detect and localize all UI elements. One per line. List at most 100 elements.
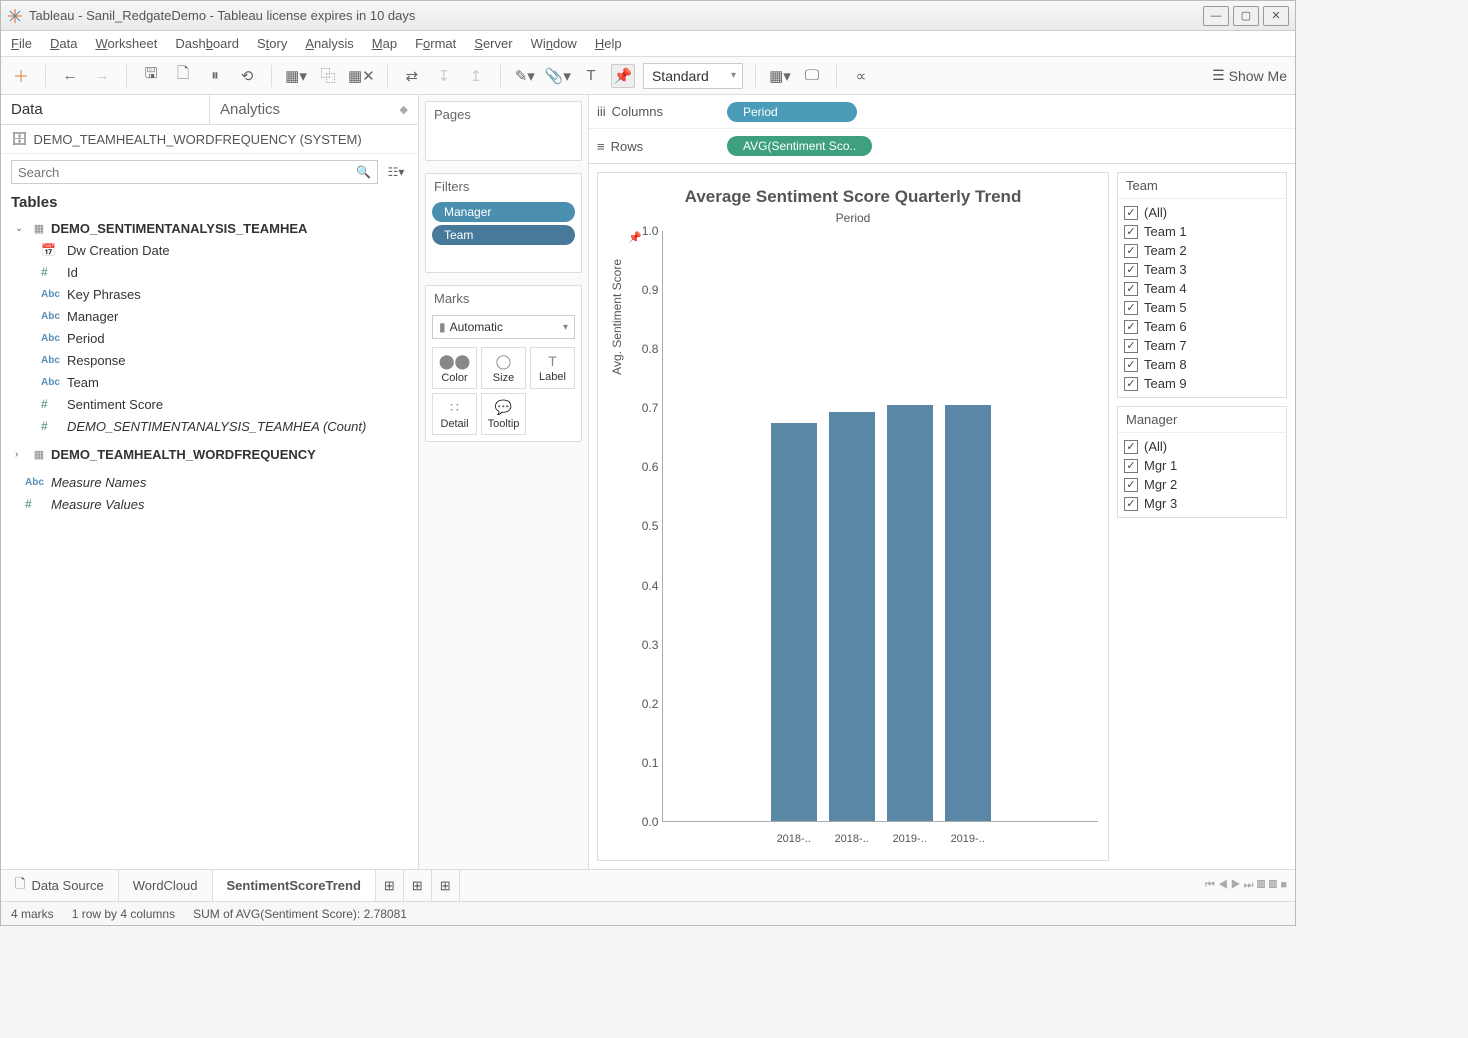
presentation-button[interactable]: 🖵 <box>800 64 824 88</box>
menu-server[interactable]: Server <box>474 36 512 51</box>
mark-size-button[interactable]: ◯Size <box>481 347 526 389</box>
field-team[interactable]: AbcTeam <box>11 371 412 393</box>
menu-format[interactable]: Format <box>415 36 456 51</box>
mark-tooltip-button[interactable]: 💬Tooltip <box>481 393 526 435</box>
mark-label-button[interactable]: TLabel <box>530 347 575 389</box>
team-filter-card[interactable]: Team ✓(All)✓Team 1✓Team 2✓Team 3✓Team 4✓… <box>1117 172 1287 398</box>
menu-window[interactable]: Window <box>531 36 577 51</box>
new-worksheet-tab[interactable]: ⊞ <box>376 870 404 901</box>
cards-button[interactable]: ▦▾ <box>768 64 792 88</box>
pages-card[interactable]: Pages <box>425 101 582 161</box>
rows-shelf[interactable]: ≡Rows AVG(Sentiment Sco.. <box>589 129 1295 163</box>
team-filter-option[interactable]: ✓Team 5 <box>1124 298 1280 317</box>
field-response[interactable]: AbcResponse <box>11 349 412 371</box>
pin-button[interactable]: 📌 <box>611 64 635 88</box>
showme-button[interactable]: ☰ Show Me <box>1212 67 1287 84</box>
team-filter-option[interactable]: ✓Team 3 <box>1124 260 1280 279</box>
text-button[interactable]: T <box>579 64 603 88</box>
sort-asc-button[interactable]: ↧ <box>432 64 456 88</box>
save-button[interactable]: 🖫 <box>139 64 163 88</box>
new-datasource-button[interactable]: 🗋 <box>171 64 195 88</box>
chart-area[interactable]: Average Sentiment Score Quarterly Trend … <box>597 172 1109 861</box>
tab-nav[interactable]: ⏮ ◀ ▶ ⏭ ▦ ▦ ■ <box>1197 870 1295 901</box>
field-key-phrases[interactable]: AbcKey Phrases <box>11 283 412 305</box>
forward-button[interactable]: → <box>90 64 114 88</box>
filter-pill-manager[interactable]: Manager <box>432 202 575 222</box>
filter-pill-team[interactable]: Team <box>432 225 575 245</box>
search-input[interactable]: 🔍 <box>11 160 378 184</box>
field-id[interactable]: #Id <box>11 261 412 283</box>
menu-worksheet[interactable]: Worksheet <box>95 36 157 51</box>
field-sentiment-score[interactable]: #Sentiment Score <box>11 393 412 415</box>
team-filter-option[interactable]: ✓Team 6 <box>1124 317 1280 336</box>
mark-detail-button[interactable]: ∷Detail <box>432 393 477 435</box>
field-dw-creation-date[interactable]: 📅Dw Creation Date <box>11 239 412 261</box>
group-button[interactable]: 📎▾ <box>545 64 571 88</box>
bar[interactable] <box>887 405 933 821</box>
new-story-tab[interactable]: ⊞ <box>432 870 460 901</box>
plot-region[interactable]: 2018-..2018-..2019-..2019-.. <box>662 231 1098 822</box>
close-button[interactable]: ✕ <box>1263 6 1289 26</box>
chart-title[interactable]: Average Sentiment Score Quarterly Trend <box>608 183 1098 207</box>
team-filter-option[interactable]: ✓(All) <box>1124 203 1280 222</box>
maximize-button[interactable]: ▢ <box>1233 6 1259 26</box>
menu-file[interactable]: File <box>11 36 32 51</box>
tab-data-source[interactable]: 🗋Data Source <box>1 870 119 901</box>
team-filter-option[interactable]: ✓Team 7 <box>1124 336 1280 355</box>
team-filter-option[interactable]: ✓Team 9 <box>1124 374 1280 393</box>
manager-filter-option[interactable]: ✓Mgr 3 <box>1124 494 1280 513</box>
columns-pill-period[interactable]: Period <box>727 102 857 122</box>
menu-help[interactable]: Help <box>595 36 622 51</box>
pause-button[interactable]: ⏸ <box>203 64 227 88</box>
team-filter-option[interactable]: ✓Team 8 <box>1124 355 1280 374</box>
columns-shelf[interactable]: iiiColumns Period <box>589 95 1295 129</box>
menu-dashboard[interactable]: Dashboard <box>175 36 239 51</box>
tab-data[interactable]: Data <box>1 95 209 124</box>
filters-card[interactable]: Filters Manager Team <box>425 173 582 273</box>
manager-filter-option[interactable]: ✓Mgr 2 <box>1124 475 1280 494</box>
marks-card[interactable]: Marks ▮ Automatic ⬤⬤Color ◯Size TLabel ∷… <box>425 285 582 442</box>
menu-analysis[interactable]: Analysis <box>305 36 353 51</box>
swap-button[interactable]: ⇄ <box>400 64 424 88</box>
pin-icon[interactable]: 📌 <box>628 231 642 246</box>
field-period[interactable]: AbcPeriod <box>11 327 412 349</box>
table-node-sentiment[interactable]: ⌄▦DEMO_SENTIMENTANALYSIS_TEAMHEA <box>11 217 412 239</box>
fit-select[interactable]: Standard <box>643 63 743 89</box>
tab-sentimentscoretrend[interactable]: SentimentScoreTrend <box>213 870 376 901</box>
menu-data[interactable]: Data <box>50 36 77 51</box>
refresh-button[interactable]: ⟲ <box>235 64 259 88</box>
minimize-button[interactable]: — <box>1203 6 1229 26</box>
new-worksheet-button[interactable]: ▦▾ <box>284 64 308 88</box>
manager-filter-option[interactable]: ✓(All) <box>1124 437 1280 456</box>
mark-color-button[interactable]: ⬤⬤Color <box>432 347 477 389</box>
connection-row[interactable]: 🗄 DEMO_TEAMHEALTH_WORDFREQUENCY (SYSTEM) <box>1 125 418 154</box>
back-button[interactable]: ← <box>58 64 82 88</box>
tab-wordcloud[interactable]: WordCloud <box>119 870 213 901</box>
bar[interactable] <box>771 423 817 821</box>
share-button[interactable]: ∝ <box>849 64 873 88</box>
mark-type-select[interactable]: ▮ Automatic <box>432 315 575 339</box>
manager-filter-option[interactable]: ✓Mgr 1 <box>1124 456 1280 475</box>
rows-pill-avg-sentiment[interactable]: AVG(Sentiment Sco.. <box>727 136 872 156</box>
highlight-button[interactable]: ✎▾ <box>513 64 537 88</box>
team-filter-option[interactable]: ✓Team 4 <box>1124 279 1280 298</box>
field-measure-names[interactable]: AbcMeasure Names <box>11 471 412 493</box>
team-filter-option[interactable]: ✓Team 1 <box>1124 222 1280 241</box>
team-filter-option[interactable]: ✓Team 2 <box>1124 241 1280 260</box>
view-toggle-button[interactable]: ☷▾ <box>384 160 408 184</box>
menu-map[interactable]: Map <box>372 36 397 51</box>
duplicate-button[interactable]: ⿻ <box>316 64 340 88</box>
field-measure-values[interactable]: #Measure Values <box>11 493 412 515</box>
bar[interactable] <box>945 405 991 821</box>
clear-button[interactable]: ▦✕ <box>348 64 375 88</box>
tableau-icon[interactable] <box>9 64 33 88</box>
menu-story[interactable]: Story <box>257 36 287 51</box>
field-manager[interactable]: AbcManager <box>11 305 412 327</box>
tab-analytics[interactable]: Analytics◆ <box>209 95 418 124</box>
new-dashboard-tab[interactable]: ⊞ <box>404 870 432 901</box>
bar[interactable] <box>829 412 875 821</box>
sort-desc-button[interactable]: ↥ <box>464 64 488 88</box>
field-count[interactable]: #DEMO_SENTIMENTANALYSIS_TEAMHEA (Count) <box>11 415 412 437</box>
table-node-wordfreq[interactable]: ›▦DEMO_TEAMHEALTH_WORDFREQUENCY <box>11 443 412 465</box>
manager-filter-card[interactable]: Manager ✓(All)✓Mgr 1✓Mgr 2✓Mgr 3 <box>1117 406 1287 518</box>
